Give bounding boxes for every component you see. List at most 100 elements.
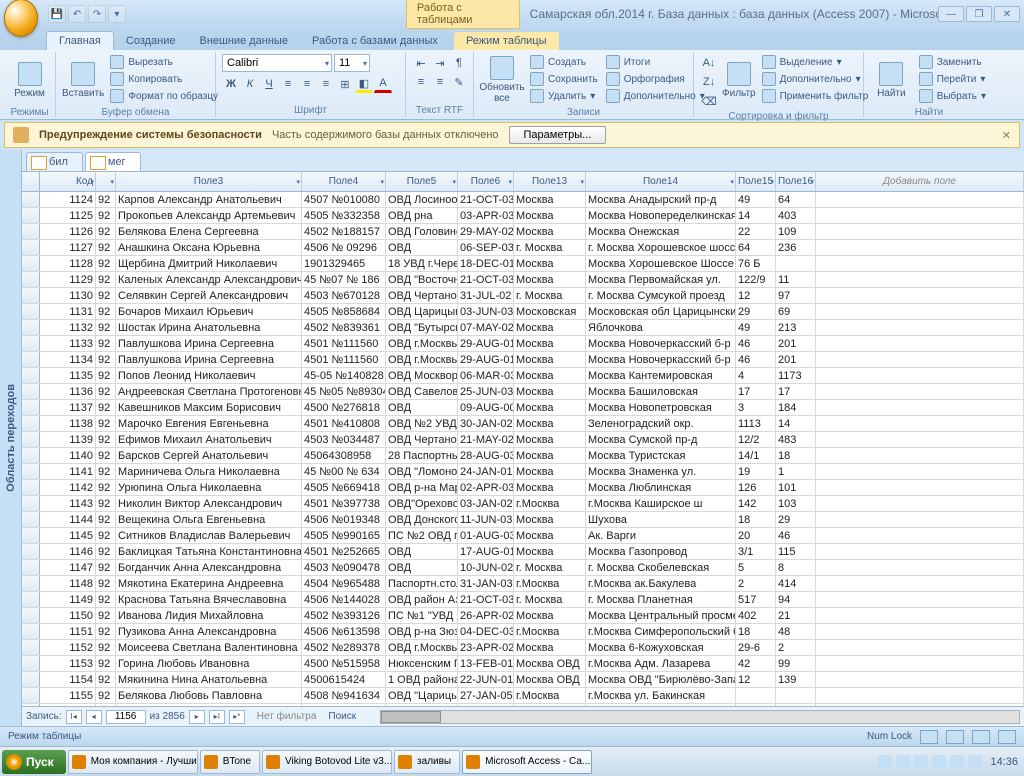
col-kod[interactable]: Код▾ (40, 172, 96, 191)
row-selector[interactable] (22, 192, 40, 207)
table-row[interactable]: 115292Моисеева Светлана Валентиновна4502… (22, 640, 1024, 656)
col-pole4[interactable]: Поле4▾ (302, 172, 386, 191)
table-row[interactable]: 115592Белякова Любовь Павловна4508 №9416… (22, 688, 1024, 704)
table-row[interactable]: 113992Ефимов Михаил Анатольевич4503 №034… (22, 432, 1024, 448)
view-chart-icon[interactable] (972, 730, 990, 744)
tray-icon[interactable] (878, 755, 892, 769)
view-pivot-icon[interactable] (946, 730, 964, 744)
row-selector[interactable] (22, 336, 40, 351)
save-record-button[interactable]: Сохранить (528, 71, 600, 87)
row-selector[interactable] (22, 448, 40, 463)
col-pole6[interactable]: Поле6▾ (458, 172, 514, 191)
close-button[interactable]: ✕ (994, 6, 1020, 22)
row-selector[interactable] (22, 592, 40, 607)
gridlines-button[interactable]: ⊞ (336, 75, 354, 93)
sort-asc[interactable]: A↓ (700, 54, 718, 72)
view-datasheet-icon[interactable] (920, 730, 938, 744)
table-row[interactable]: 113492Павлушкова Ирина Сергеевна4501 №11… (22, 352, 1024, 368)
format-painter-button[interactable]: Формат по образцу (108, 88, 220, 104)
table-row[interactable]: 112992Каленых Александр Александрович45 … (22, 272, 1024, 288)
taskbar-item[interactable]: BTone (200, 750, 260, 774)
table-row[interactable]: 113892Марочко Евгения Евгеньевна4501 №41… (22, 416, 1024, 432)
security-close-icon[interactable]: ✕ (1002, 129, 1011, 142)
view-design-icon[interactable] (998, 730, 1016, 744)
indent-dec[interactable]: ⇤ (412, 54, 430, 72)
table-row[interactable]: 114192Мариничева Ольга Николаевна45 №00 … (22, 464, 1024, 480)
fill-color-button[interactable]: ◧ (355, 75, 373, 93)
table-row[interactable]: 113692Андреевская Светлана Протогеновн45… (22, 384, 1024, 400)
table-row[interactable]: 114692Баклицкая Татьяна Константиновна45… (22, 544, 1024, 560)
navigation-pane-collapsed[interactable]: Область переходов (0, 150, 22, 726)
qat-save-icon[interactable]: 💾 (48, 5, 66, 23)
indent-inc[interactable]: ⇥ (431, 54, 449, 72)
row-selector[interactable] (22, 464, 40, 479)
qat-undo-icon[interactable]: ↶ (68, 5, 86, 23)
col-pole3[interactable]: Поле3▾ (116, 172, 302, 191)
row-selector[interactable] (22, 384, 40, 399)
bullets[interactable]: ≡ (412, 73, 430, 91)
row-selector[interactable] (22, 640, 40, 655)
bold-button[interactable]: Ж (222, 75, 240, 93)
table-row[interactable]: 114492Вещекина Ольга Евгеньевна4506 №019… (22, 512, 1024, 528)
table-row[interactable]: 112892Щербина Дмитрий Николаевич19013294… (22, 256, 1024, 272)
tray-icon[interactable] (914, 755, 928, 769)
table-row[interactable]: 114592Ситников Владислав Валерьевич4505 … (22, 528, 1024, 544)
nav-first[interactable]: I◂ (66, 710, 82, 724)
table-row[interactable]: 113392Павлушкова Ирина Сергеевна4501 №11… (22, 336, 1024, 352)
qat-customize-icon[interactable]: ▾ (108, 5, 126, 23)
office-button[interactable] (4, 0, 38, 37)
qat-redo-icon[interactable]: ↷ (88, 5, 106, 23)
table-row[interactable]: 114392Николин Виктор Александрович4501 №… (22, 496, 1024, 512)
row-selector[interactable] (22, 240, 40, 255)
maximize-button[interactable]: ❐ (966, 6, 992, 22)
row-selector[interactable] (22, 688, 40, 703)
row-selector[interactable] (22, 560, 40, 575)
row-selector[interactable] (22, 656, 40, 671)
nav-current-input[interactable] (106, 710, 146, 724)
row-selector[interactable] (22, 416, 40, 431)
taskbar-item[interactable]: Viking Botovod Lite v3... (262, 750, 392, 774)
row-selector[interactable] (22, 352, 40, 367)
row-selector[interactable] (22, 608, 40, 623)
numbering[interactable]: ≡ (431, 73, 449, 91)
sort-desc[interactable]: Z↓ (700, 73, 718, 91)
table-row[interactable]: 115692Майорова Юлия Сергеевна4507 №33410… (22, 704, 1024, 706)
row-selector[interactable] (22, 208, 40, 223)
font-name-combo[interactable]: Calibri (222, 54, 332, 72)
table-row[interactable]: 113192Бочаров Михаил Юрьевич4505 №858684… (22, 304, 1024, 320)
align-center-button[interactable]: ≡ (298, 75, 316, 93)
font-size-combo[interactable]: 11 (334, 54, 370, 72)
advanced-filter[interactable]: Дополнительно ▾ (760, 71, 871, 87)
row-selector[interactable] (22, 480, 40, 495)
row-selector[interactable] (22, 288, 40, 303)
goto-button[interactable]: Перейти ▾ (917, 71, 988, 87)
table-row[interactable]: 113792Кавешников Максим Борисович4500 №2… (22, 400, 1024, 416)
tray-icon[interactable] (896, 755, 910, 769)
row-selector[interactable] (22, 256, 40, 271)
underline-button[interactable]: Ч (260, 75, 278, 93)
taskbar-item-active[interactable]: Microsoft Access - Са... (462, 750, 592, 774)
row-selector[interactable] (22, 704, 40, 706)
table-row[interactable]: 113092Селявкин Сергей Александрович4503 … (22, 288, 1024, 304)
find-button[interactable]: Найти (870, 54, 913, 106)
nav-new[interactable]: ▸* (229, 710, 245, 724)
row-selector[interactable] (22, 576, 40, 591)
italic-button[interactable]: К (241, 75, 259, 93)
minimize-button[interactable]: — (938, 6, 964, 22)
tab-create[interactable]: Создание (114, 32, 188, 50)
cut-button[interactable]: Вырезать (108, 54, 220, 70)
table-row[interactable]: 112692Белякова Елена Сергеевна4502 №1881… (22, 224, 1024, 240)
paste-button[interactable]: Вставить (62, 54, 104, 106)
row-selector[interactable] (22, 272, 40, 287)
tray-icon[interactable] (968, 755, 982, 769)
toggle-filter[interactable]: Применить фильтр (760, 88, 871, 104)
nav-prev[interactable]: ◂ (86, 710, 102, 724)
row-selector[interactable] (22, 544, 40, 559)
object-tab-meg[interactable]: мег (85, 152, 141, 171)
row-selector[interactable] (22, 672, 40, 687)
row-selector[interactable] (22, 320, 40, 335)
start-button[interactable]: Пуск (2, 750, 66, 774)
table-row[interactable]: 114792Богданчик Анна Александровна4503 №… (22, 560, 1024, 576)
select-all-corner[interactable] (22, 172, 40, 191)
ltr[interactable]: ¶ (450, 54, 468, 72)
